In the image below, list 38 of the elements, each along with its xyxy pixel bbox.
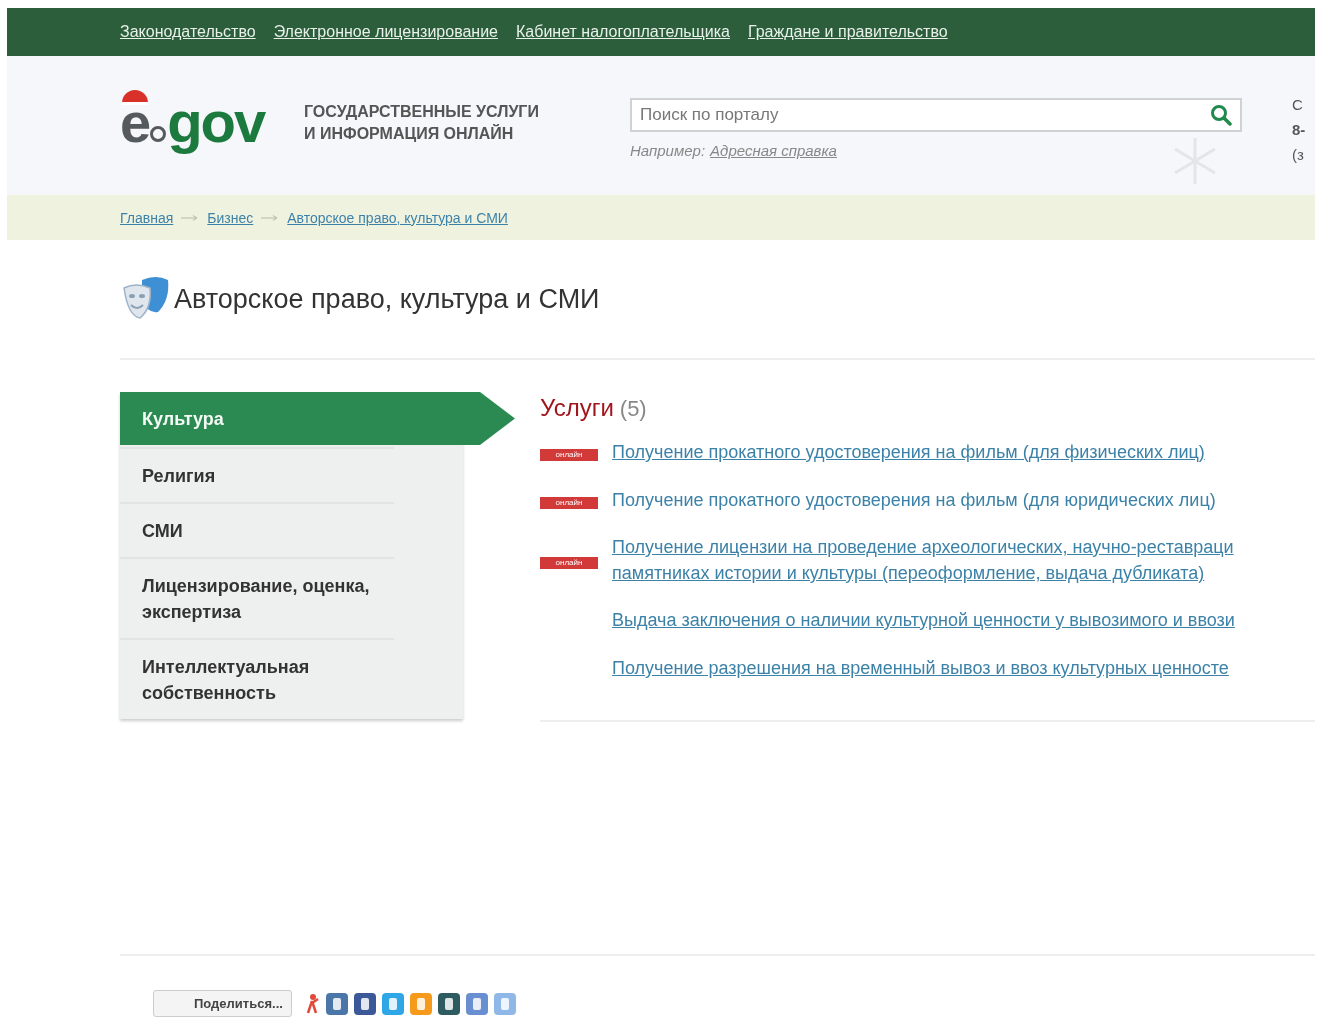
section-title: Услуги — [540, 394, 614, 422]
online-badge: онлайн — [540, 449, 598, 461]
breadcrumb-link[interactable]: Главная — [120, 209, 174, 226]
arrow-icon — [181, 214, 200, 221]
online-badge: онлайн — [540, 497, 598, 509]
nav-link[interactable]: Кабинет налогоплательщика — [516, 23, 730, 41]
category-tab[interactable]: Религия — [120, 447, 394, 502]
page-title: Авторское право, культура и СМИ — [174, 283, 600, 315]
service-link[interactable]: Получение лицензии на проведение археологических, научно-реставраци памятниках истории и культуры (переоформление, выдача дубликата) — [612, 534, 1234, 586]
social-icon[interactable] — [465, 992, 488, 1015]
service-link[interactable]: Выдача заключения о наличии культурной ценности у вывозимого и ввози — [612, 607, 1235, 633]
breadcrumb-link[interactable]: Бизнес — [207, 209, 254, 226]
nav-link[interactable]: Электронное лицензирование — [273, 23, 498, 41]
nav-link[interactable]: Законодательство — [120, 23, 256, 41]
social-icon[interactable] — [325, 992, 348, 1015]
category-tab[interactable]: Лицензирование, оценка, экспертиза — [120, 557, 394, 638]
category-tab[interactable]: Культура — [120, 392, 515, 445]
nav-link[interactable]: Граждане и правительство — [747, 23, 948, 41]
example-link[interactable]: Адресная справка — [710, 142, 837, 159]
service-link[interactable]: Получение разрешения на временный вывоз и ввоз культурных ценносте — [612, 655, 1229, 681]
contact-text: 8- — [1292, 120, 1306, 140]
social-icon[interactable] — [437, 992, 460, 1015]
service-link[interactable]: Получение прокатного удостоверения на фильм (для физических лиц) — [612, 439, 1205, 465]
service-link[interactable]: Получение прокатного удостоверения на фильм (для юридических лиц) — [612, 487, 1216, 513]
contact-text: С — [1292, 95, 1304, 115]
breadcrumb-link[interactable]: Авторское право, культура и СМИ — [287, 209, 508, 226]
search-icon[interactable] — [1210, 104, 1232, 126]
category-tab[interactable]: Интеллектуальная собственность — [120, 638, 394, 719]
tagline: ГОСУДАРСТВЕННЫЕ УСЛУГИ И ИНФОРМАЦИЯ ОНЛАЙН — [304, 102, 540, 144]
arrow-icon — [261, 214, 280, 221]
search-field[interactable]: Поиск по порталу — [630, 98, 1242, 132]
service-count: (5) — [619, 396, 647, 422]
example-label: Например: — [630, 142, 706, 159]
category-tab[interactable]: СМИ — [120, 502, 394, 557]
social-icon[interactable] — [353, 992, 376, 1015]
contact-text: (з — [1292, 145, 1305, 165]
share-button[interactable]: Поделиться... — [153, 990, 292, 1017]
online-badge: онлайн — [540, 557, 598, 569]
